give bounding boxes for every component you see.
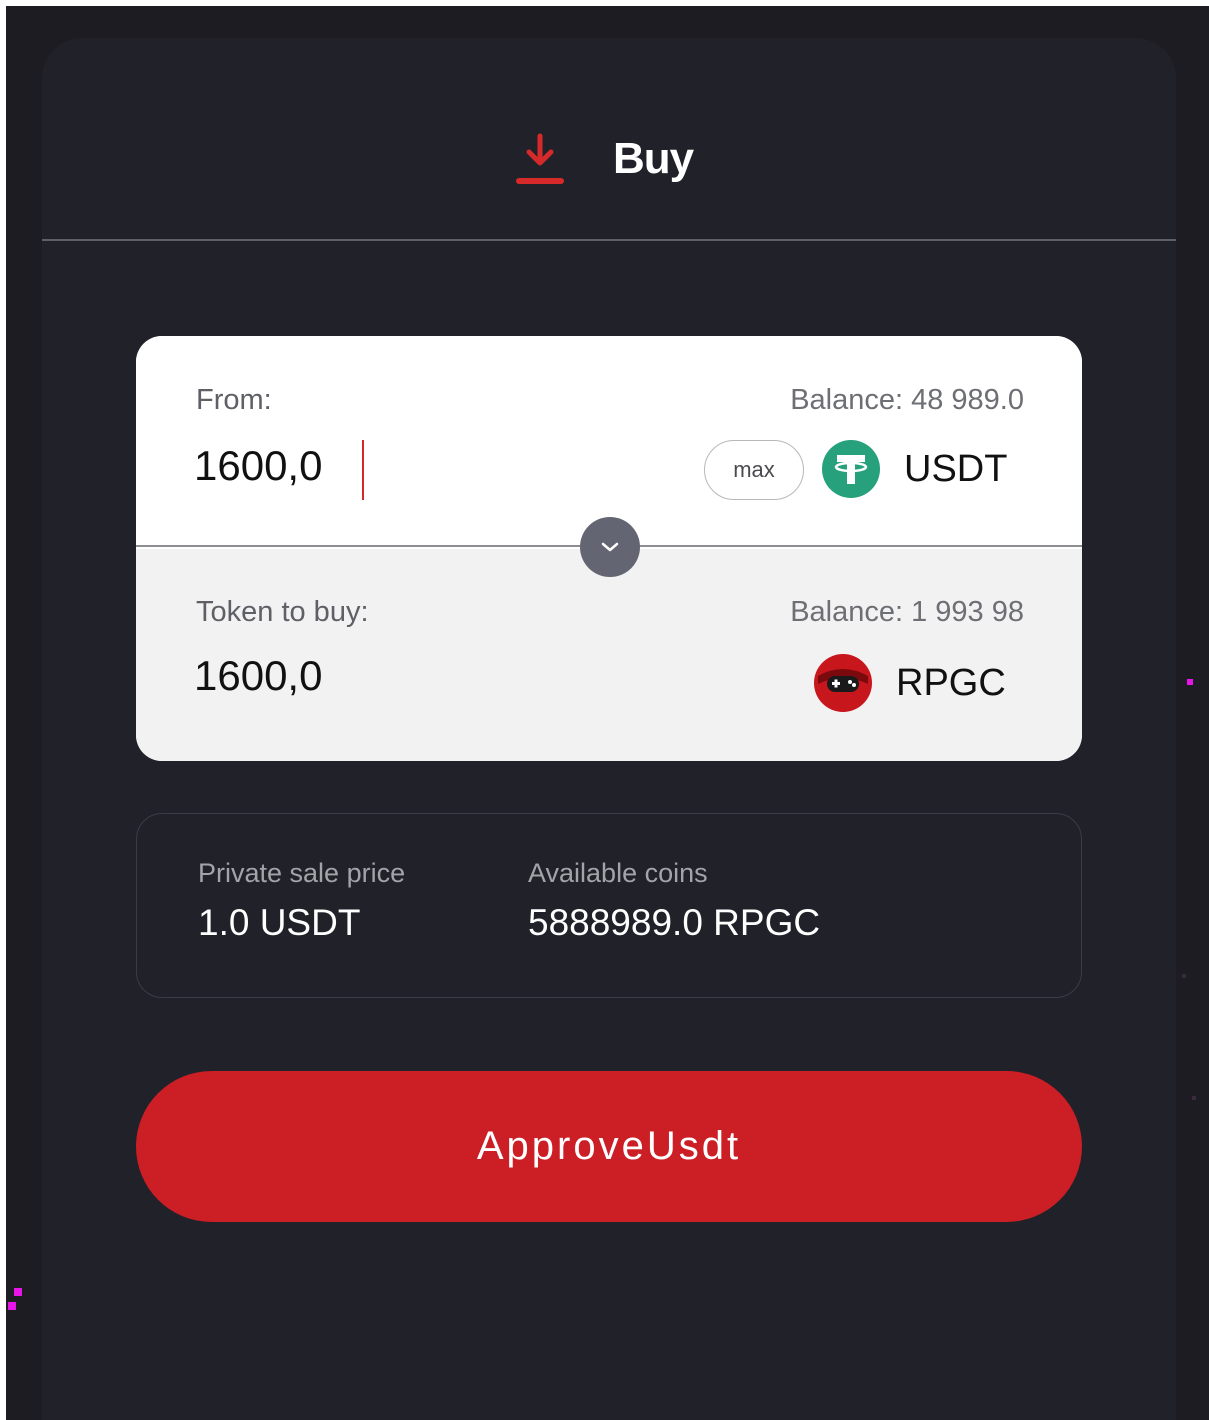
approve-usdt-button[interactable]: ApproveUsdt <box>136 1071 1082 1222</box>
download-arrow-icon <box>516 133 564 184</box>
tab-header: Buy <box>42 38 1176 241</box>
tab-buy-label: Buy <box>613 134 694 183</box>
to-balance: Balance: 1 993 98 <box>790 596 1024 628</box>
swap-card: From: Balance: 48 989.0 max USDT <box>136 336 1082 761</box>
available-value: 5888989.0 RPGC <box>528 902 821 943</box>
to-amount: 1600,0 <box>194 652 323 699</box>
from-token-name: USDT <box>904 447 1008 490</box>
to-section: Token to buy: Balance: 1 993 98 1600,0 R… <box>136 549 1082 761</box>
from-balance: Balance: 48 989.0 <box>790 384 1024 416</box>
from-token-selector[interactable]: USDT <box>822 440 1007 498</box>
from-amount-input[interactable] <box>194 438 494 494</box>
gamepad-icon <box>814 654 872 712</box>
tab-buy[interactable]: Buy <box>516 130 694 188</box>
price-label: Private sale price <box>198 858 406 888</box>
switch-direction-button[interactable] <box>580 517 640 577</box>
sale-info-box: Private sale price 1.0 USDT Available co… <box>136 813 1082 998</box>
from-label: From: <box>196 384 272 416</box>
background-particle <box>1192 1096 1196 1100</box>
app-viewport: Buy From: Balance: 48 989.0 max USDT <box>6 6 1209 1420</box>
tether-icon <box>822 440 880 498</box>
buy-panel: Buy From: Balance: 48 989.0 max USDT <box>42 38 1176 1420</box>
max-button[interactable]: max <box>704 440 804 500</box>
background-particle <box>14 1288 22 1296</box>
background-particle <box>1182 974 1186 978</box>
to-token-name: RPGC <box>896 661 1006 704</box>
chevron-down-icon <box>601 542 619 552</box>
available-label: Available coins <box>528 858 708 888</box>
text-caret <box>362 440 364 500</box>
background-particle <box>1187 679 1193 685</box>
to-label: Token to buy: <box>196 596 369 628</box>
to-token-selector[interactable]: RPGC <box>814 654 1006 712</box>
from-section: From: Balance: 48 989.0 max USDT <box>136 336 1082 547</box>
price-value: 1.0 USDT <box>198 902 361 943</box>
background-particle <box>8 1302 16 1310</box>
